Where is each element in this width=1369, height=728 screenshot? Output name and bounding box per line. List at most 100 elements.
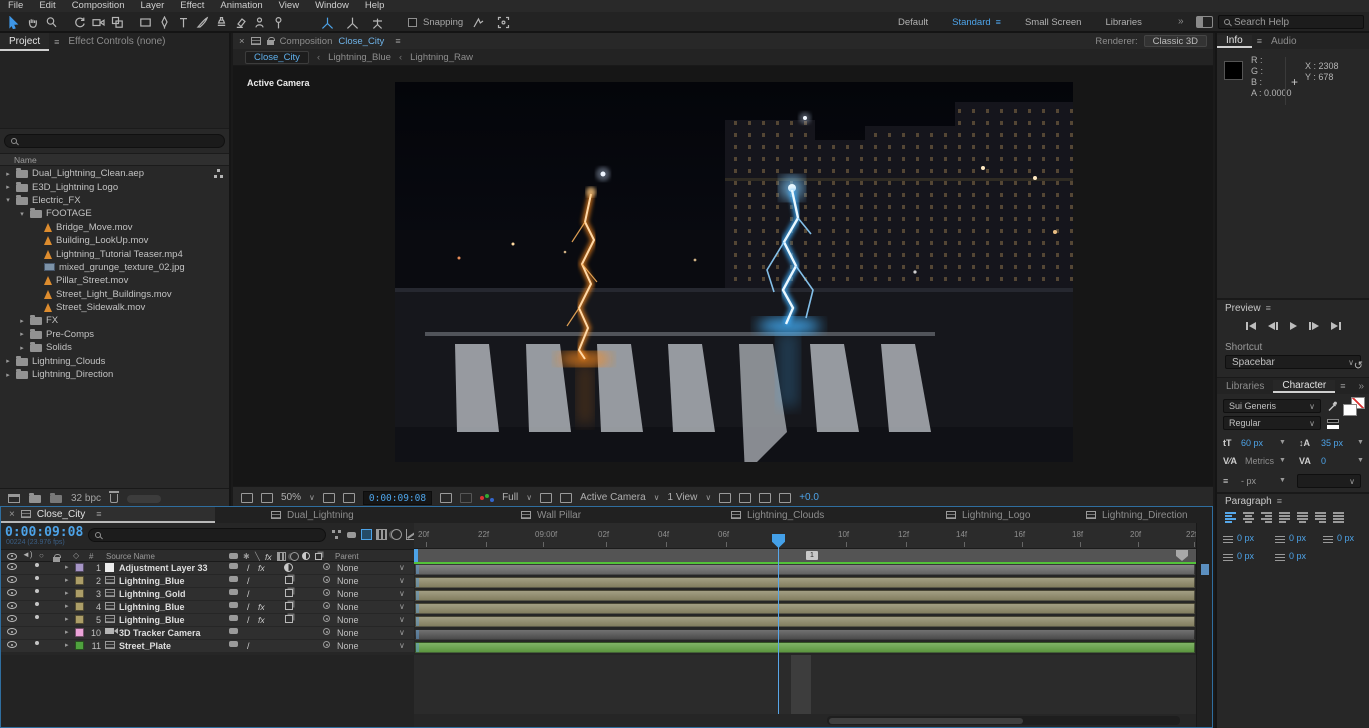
source-name-header[interactable]: Source Name (106, 552, 155, 561)
stroke-width-value[interactable]: - px (1241, 476, 1256, 486)
tree-item-lightning-direction[interactable]: ▸Lightning_Direction (0, 368, 229, 381)
close-icon[interactable]: × (239, 36, 245, 47)
work-area-bar[interactable]: 1 (414, 549, 1196, 562)
first-line-indent-value[interactable]: 0 px (1237, 551, 1254, 561)
parent-pick-whip-icon[interactable] (323, 576, 330, 583)
tree-item-footage[interactable]: ▾FOOTAGE (0, 207, 229, 220)
shy-icon[interactable] (229, 576, 238, 582)
twirl-arrow[interactable]: ▸ (65, 589, 69, 597)
tab-libraries[interactable]: Libraries (1217, 381, 1273, 392)
snapshot-icon[interactable] (440, 493, 452, 503)
timeline-horizontal-scrollbar[interactable] (827, 716, 1180, 725)
layer-name[interactable]: Street_Plate (119, 641, 171, 651)
font-size-value[interactable]: 60 px (1241, 438, 1263, 448)
chevron-down-icon[interactable]: ∨ (399, 628, 405, 637)
project-bit-depth[interactable]: 32 bpc (71, 493, 101, 504)
twirl-arrow[interactable]: ▸ (65, 576, 69, 584)
disclosure-arrow[interactable]: ▸ (4, 183, 12, 191)
tree-item-electric-fx[interactable]: ▾Electric_FX (0, 194, 229, 207)
label-color-chip[interactable] (75, 602, 84, 611)
shortcut-dropdown[interactable]: Spacebar ∨ (1225, 355, 1361, 369)
magnification-value[interactable]: 50% (281, 492, 301, 503)
comp-mini-flowchart-icon[interactable] (331, 529, 342, 540)
3d-layer-icon[interactable] (285, 602, 293, 610)
quality-switch[interactable]: / (247, 602, 250, 612)
twirl-arrow[interactable]: ▸ (65, 628, 69, 636)
eye-icon[interactable] (7, 615, 17, 622)
camera-tool[interactable] (89, 14, 108, 31)
3d-layer-icon[interactable] (285, 589, 293, 597)
parent-pick-whip-icon[interactable] (323, 589, 330, 596)
eraser-tool[interactable] (231, 14, 250, 31)
disclosure-arrow[interactable]: ▸ (4, 357, 12, 365)
panel-menu-icon[interactable]: ≡ (1266, 303, 1271, 313)
first-frame-button[interactable] (1246, 322, 1256, 330)
snapping-checkbox[interactable] (408, 18, 417, 27)
menu-view[interactable]: View (271, 0, 307, 12)
solo-dot[interactable] (35, 563, 39, 567)
shy-icon[interactable] (229, 641, 238, 647)
search-help-box[interactable]: Search Help (1218, 15, 1364, 29)
timeline-vertical-scrollbar[interactable] (1196, 523, 1212, 727)
interpret-footage-icon[interactable] (8, 494, 20, 503)
parent-value[interactable]: None (337, 563, 359, 573)
label-color-chip[interactable] (75, 576, 84, 585)
twirl-arrow[interactable]: ▸ (65, 602, 69, 610)
viewer-timecode[interactable]: 0:00:09:08 (363, 491, 432, 505)
current-timecode[interactable]: 0:00:09:08 (5, 525, 83, 540)
tree-item-bridge-move-mov[interactable]: Bridge_Move.mov (0, 221, 229, 234)
label-color-chip[interactable] (75, 628, 84, 637)
shy-icon[interactable] (229, 602, 238, 608)
parent-pick-whip-icon[interactable] (323, 602, 330, 609)
panel-menu-icon[interactable]: ≡ (96, 509, 101, 519)
twirl-arrow[interactable]: ▸ (65, 615, 69, 623)
tab-audio[interactable]: Audio (1262, 36, 1306, 47)
new-folder-icon[interactable] (29, 495, 41, 503)
tree-item-pre-comps[interactable]: ▸Pre-Comps (0, 328, 229, 341)
time-ruler[interactable]: 20f22f09:00f02f04f06f10f12f14f16f18f20f2… (414, 523, 1196, 549)
workspace-default[interactable]: Default (898, 17, 928, 28)
layer-row-lightning-gold[interactable]: ▸3Lightning_Gold/None∨ (1, 588, 414, 601)
timeline-search-field[interactable] (88, 528, 326, 542)
eye-icon[interactable] (7, 602, 17, 609)
menu-composition[interactable]: Composition (64, 0, 133, 12)
view-camera-value[interactable]: Active Camera (580, 492, 646, 503)
timeline-tab-wall-pillar[interactable]: Wall Pillar (521, 507, 581, 523)
layer-row-street-plate[interactable]: ▸11Street_Plate/None∨ (1, 640, 414, 653)
workspace-menu-icon[interactable]: ≡ (996, 17, 1001, 27)
disclosure-arrow[interactable]: ▸ (18, 330, 26, 338)
label-color-chip[interactable] (75, 641, 84, 650)
layer-name[interactable]: Lightning_Blue (119, 615, 185, 625)
layer-row-adjustment-layer-33[interactable]: ▸1Adjustment Layer 33/fxNone∨ (1, 562, 414, 575)
layer-row-lightning-blue[interactable]: ▸2Lightning_Blue/None∨ (1, 575, 414, 588)
fx-switch[interactable]: fx (258, 563, 265, 573)
layer-name[interactable]: 3D Tracker Camera (119, 628, 201, 638)
roto-brush-tool[interactable] (250, 14, 269, 31)
more-tabs-chevron[interactable]: » (1358, 381, 1369, 392)
layer-row-lightning-blue[interactable]: ▸5Lightning_Blue/fxNone∨ (1, 614, 414, 627)
fx-switch[interactable]: fx (258, 615, 265, 625)
disclosure-arrow[interactable]: ▸ (18, 344, 26, 352)
solo-dot[interactable] (35, 641, 39, 645)
layer-name[interactable]: Lightning_Blue (119, 602, 185, 612)
draft-3d-icon[interactable] (361, 529, 372, 540)
world-axis-mode-icon[interactable] (343, 14, 362, 31)
parent-value[interactable]: None (337, 615, 359, 625)
resolution-value[interactable]: Full (502, 492, 518, 503)
view-layout-value[interactable]: 1 View (668, 492, 698, 503)
grid-guides-icon[interactable] (323, 493, 335, 503)
reset-icon[interactable]: ↺ (1354, 359, 1363, 372)
parent-value[interactable]: None (337, 589, 359, 599)
tab-effect-controls-none-[interactable]: Effect Controls (none) (59, 33, 174, 51)
font-family-select[interactable]: Sui Generis∨ (1223, 399, 1321, 413)
comp-marker-bin-icon[interactable] (1176, 550, 1188, 561)
timeline-tab-lightning-clouds[interactable]: Lightning_Clouds (731, 507, 824, 523)
twirl-arrow[interactable]: ▸ (65, 563, 69, 571)
eyedropper-icon[interactable] (1327, 400, 1338, 412)
snap-frame-icon[interactable] (494, 14, 513, 31)
space-after-value[interactable]: 0 px (1289, 551, 1306, 561)
puppet-pin-tool[interactable] (269, 14, 288, 31)
shy-layers-icon[interactable] (346, 529, 357, 540)
project-footer-scr[interactable] (127, 495, 161, 503)
more-workspaces-chevron[interactable]: » (1178, 16, 1184, 27)
